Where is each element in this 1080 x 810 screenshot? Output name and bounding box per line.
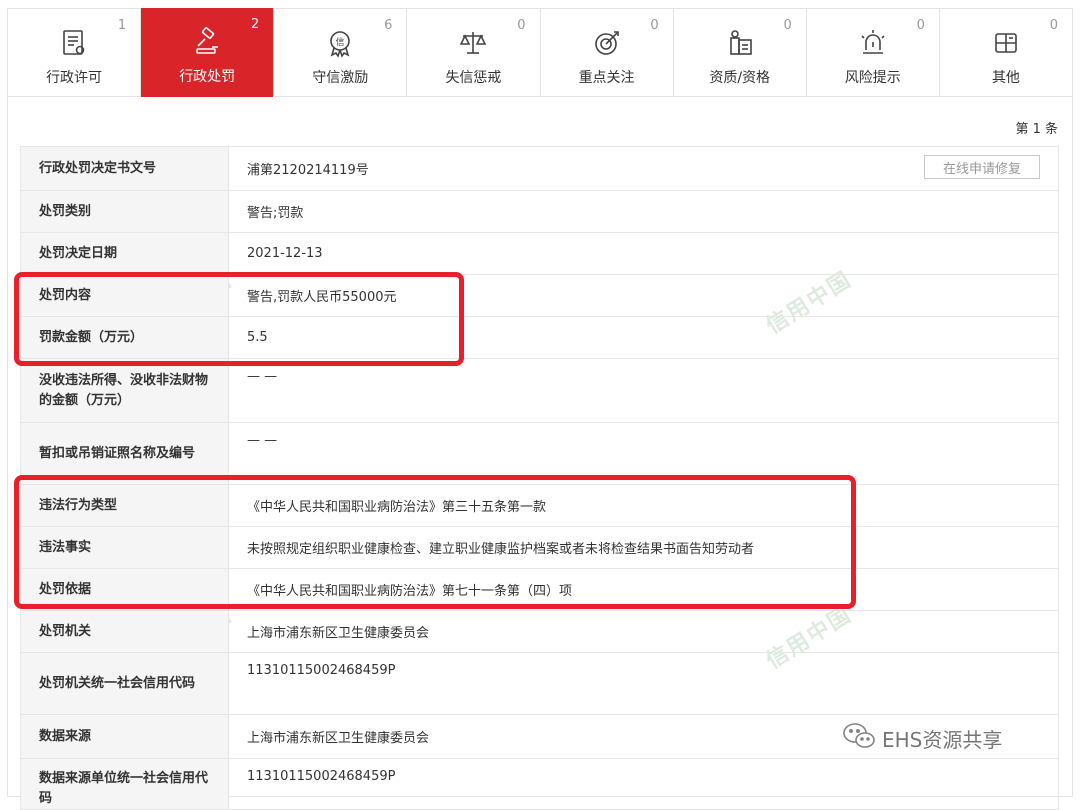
tab-label: 其他 — [991, 70, 1020, 86]
tab-label: 风险提示 — [844, 70, 901, 86]
row-key: 违法行为类型 — [20, 484, 229, 527]
row-value: — — — [228, 358, 1059, 423]
row-value: 浦第2120214119号 — [247, 163, 369, 178]
row-value: 警告,罚款人民币55000元 — [228, 274, 1059, 317]
tab-label: 行政处罚 — [179, 69, 236, 85]
table-row: 处罚机关统一社会信用代码 11310115002468459P — [20, 652, 1059, 715]
row-key: 处罚依据 — [20, 568, 229, 611]
penalty-detail-table: 行政处罚决定书文号 浦第2120214119号 在线申请修复 处罚类别 警告;罚… — [20, 146, 1059, 810]
row-key: 处罚机关统一社会信用代码 — [20, 652, 229, 715]
tab-administrative-license[interactable]: 1 行政许可 — [8, 9, 142, 96]
tab-qualification[interactable]: 0 资质/资格 — [674, 9, 807, 96]
target-icon — [591, 27, 623, 59]
tab-count: 6 — [384, 18, 393, 33]
svg-text:信: 信 — [336, 36, 345, 48]
wechat-icon — [842, 722, 876, 755]
row-key: 处罚类别 — [20, 190, 229, 233]
tab-other[interactable]: 0 其他 — [940, 9, 1072, 96]
category-tabs: 1 行政许可 2 行政处罚 6 信 守信激励 0 失信惩戒 0 重点关注 0 资… — [7, 8, 1073, 98]
table-row: 数据来源单位统一社会信用代码 11310115002468459P — [20, 758, 1059, 810]
tab-count: 0 — [1049, 18, 1058, 33]
tab-count: 0 — [916, 18, 925, 33]
row-value: 11310115002468459P — [228, 758, 1059, 810]
badge-icon: 信 — [324, 27, 356, 59]
tab-label: 守信激励 — [312, 70, 369, 86]
row-key: 行政处罚决定书文号 — [20, 146, 229, 191]
tab-dishonesty-punishment[interactable]: 0 失信惩戒 — [407, 9, 541, 96]
row-key: 处罚机关 — [20, 610, 229, 653]
record-count: 第 1 条 — [1015, 122, 1058, 137]
row-value: 《中华人民共和国职业病防治法》第三十五条第一款 — [228, 484, 1059, 527]
row-key: 暂扣或吊销证照名称及编号 — [20, 422, 229, 485]
row-key: 处罚决定日期 — [20, 232, 229, 275]
online-repair-button[interactable]: 在线申请修复 — [924, 155, 1040, 179]
row-value: 上海市浦东新区卫生健康委员会 — [228, 610, 1059, 653]
certificate-icon — [724, 27, 756, 59]
alarm-icon — [857, 27, 889, 59]
row-value-cell: 浦第2120214119号 在线申请修复 — [228, 146, 1059, 191]
table-row: 处罚内容 警告,罚款人民币55000元 — [20, 274, 1059, 317]
table-row: 处罚类别 警告;罚款 — [20, 190, 1059, 233]
tab-label: 行政许可 — [46, 70, 103, 86]
row-key: 违法事实 — [20, 526, 229, 569]
source-label: EHS资源共享 — [882, 728, 1003, 752]
tab-label: 重点关注 — [578, 70, 635, 86]
row-value: 5.5 — [228, 316, 1059, 359]
row-value: 未按照规定组织职业健康检查、建立职业健康监护档案或者未将检查结果书面告知劳动者 — [228, 526, 1059, 569]
tab-count: 1 — [117, 18, 127, 33]
tab-label: 资质/资格 — [709, 70, 771, 86]
table-row: 罚款金额（万元） 5.5 — [20, 316, 1059, 359]
scale-icon — [457, 27, 489, 59]
gavel-icon — [191, 26, 223, 58]
tab-trust-incentive[interactable]: 6 信 守信激励 — [274, 9, 408, 96]
row-value: 《中华人民共和国职业病防治法》第七十一条第（四）项 — [228, 568, 1059, 611]
tab-count: 0 — [783, 18, 792, 33]
document-icon — [58, 27, 90, 59]
table-row: 行政处罚决定书文号 浦第2120214119号 在线申请修复 — [20, 146, 1059, 191]
table-row: 违法事实 未按照规定组织职业健康检查、建立职业健康监护档案或者未将检查结果书面告… — [20, 526, 1059, 569]
tab-key-attention[interactable]: 0 重点关注 — [541, 9, 674, 96]
row-key: 罚款金额（万元） — [20, 316, 229, 359]
table-row: 处罚依据 《中华人民共和国职业病防治法》第七十一条第（四）项 — [20, 568, 1059, 611]
table-row: 暂扣或吊销证照名称及编号 — — — [20, 422, 1059, 485]
table-row: 违法行为类型 《中华人民共和国职业病防治法》第三十五条第一款 — [20, 484, 1059, 527]
row-key: 数据来源 — [20, 714, 229, 759]
row-key: 处罚内容 — [20, 274, 229, 317]
row-value: — — — [228, 422, 1059, 485]
tab-administrative-penalty[interactable]: 2 行政处罚 — [141, 8, 275, 98]
row-key: 数据来源单位统一社会信用代码 — [20, 758, 229, 810]
tab-count: 0 — [517, 18, 526, 33]
row-value: 11310115002468459P — [228, 652, 1059, 715]
table-row: 处罚机关 上海市浦东新区卫生健康委员会 — [20, 610, 1059, 653]
tab-risk-warning[interactable]: 0 风险提示 — [807, 9, 940, 96]
table-row: 处罚决定日期 2021-12-13 — [20, 232, 1059, 275]
grid-icon — [990, 27, 1022, 59]
row-value: 警告;罚款 — [228, 190, 1059, 233]
row-value: 2021-12-13 — [228, 232, 1059, 275]
tab-count: 2 — [250, 17, 260, 32]
tab-count: 0 — [650, 18, 659, 33]
row-key: 没收违法所得、没收非法财物的金额（万元） — [20, 358, 229, 423]
source-watermark: EHS资源共享 — [842, 722, 1002, 755]
tab-label: 失信惩戒 — [445, 70, 502, 86]
table-row: 没收违法所得、没收非法财物的金额（万元） — — — [20, 358, 1059, 423]
